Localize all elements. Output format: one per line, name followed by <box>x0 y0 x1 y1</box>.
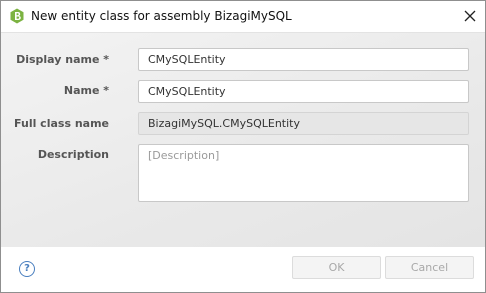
bizagi-logo-icon <box>9 8 25 24</box>
form-area: Display name * CMySQLEntity Name * CMySQ… <box>1 32 485 247</box>
description-label: Description <box>37 148 109 161</box>
question-circle-icon[interactable]: ? <box>19 261 35 277</box>
full-class-name-field: BizagiMySQL.CMySQLEntity <box>138 112 469 135</box>
ok-button[interactable]: OK <box>292 256 381 279</box>
dialog-window: New entity class for assembly BizagiMySQ… <box>0 0 486 293</box>
dialog-title: New entity class for assembly BizagiMySQ… <box>31 9 292 23</box>
full-class-name-label: Full class name <box>14 117 109 130</box>
cancel-button[interactable]: Cancel <box>385 256 474 279</box>
title-bar: New entity class for assembly BizagiMySQ… <box>1 1 485 32</box>
display-name-field[interactable]: CMySQLEntity <box>138 48 469 71</box>
close-icon[interactable] <box>464 10 476 22</box>
name-field[interactable]: CMySQLEntity <box>138 80 469 103</box>
description-field[interactable]: [Description] <box>138 144 469 202</box>
dialog-footer: ? OK Cancel <box>1 247 485 292</box>
close-button[interactable] <box>459 6 481 26</box>
display-name-label: Display name * <box>16 53 109 66</box>
name-label: Name * <box>63 84 109 97</box>
